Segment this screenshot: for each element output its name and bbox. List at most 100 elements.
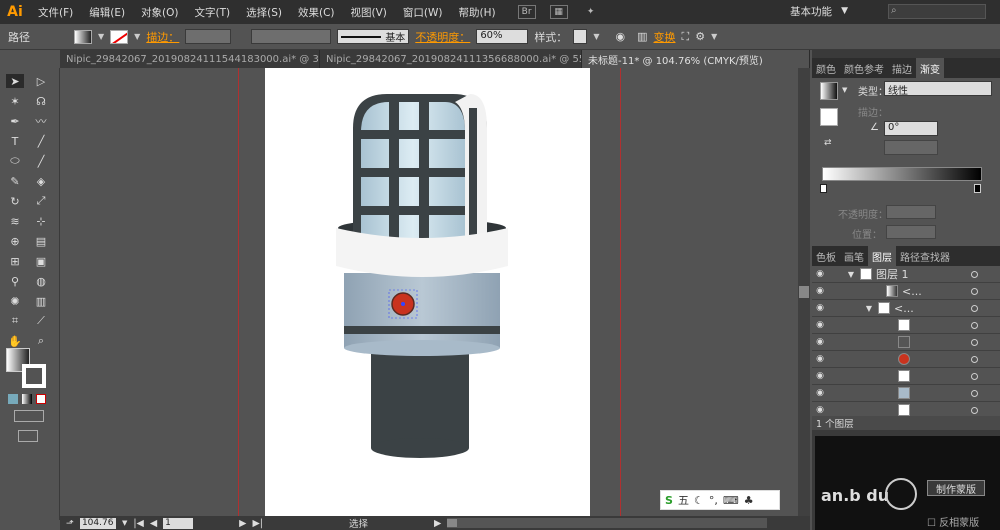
make-mask-button[interactable]: 制作蒙版: [927, 480, 985, 496]
blend-tool-icon[interactable]: ◍: [32, 274, 50, 288]
brush-profile-field[interactable]: 基本: [337, 29, 410, 44]
eye-icon[interactable]: ◉: [812, 371, 828, 381]
microphone-illustration[interactable]: [265, 68, 590, 518]
gpu-performance-icon[interactable]: ✦: [582, 5, 600, 19]
chevron-down-icon[interactable]: ▼: [841, 6, 848, 16]
layer-row[interactable]: ◉: [812, 368, 1000, 385]
moon-icon[interactable]: ☾: [694, 494, 704, 507]
line-tool-icon[interactable]: ╱: [32, 134, 50, 148]
eyedropper-tool-icon[interactable]: ⚲: [6, 274, 24, 288]
transform-label[interactable]: 变换: [653, 29, 675, 45]
layer-row[interactable]: ◉ ▼ 图层 1: [812, 266, 1000, 283]
align-icon[interactable]: ▥: [637, 30, 647, 43]
screen-mode-icon[interactable]: [18, 430, 38, 442]
scrollbar-thumb[interactable]: [799, 286, 809, 298]
gradient-slider[interactable]: [822, 167, 982, 181]
artboard[interactable]: [265, 68, 590, 518]
menu-edit[interactable]: 编辑(E): [81, 5, 133, 20]
mesh-tool-icon[interactable]: ⊞: [6, 254, 24, 268]
eye-icon[interactable]: ◉: [812, 303, 828, 313]
target-icon[interactable]: [971, 338, 978, 346]
gradient-stop-black[interactable]: [974, 184, 981, 193]
menu-view[interactable]: 视图(V): [343, 5, 395, 20]
menu-window[interactable]: 窗口(W): [395, 5, 451, 20]
horizontal-scrollbar[interactable]: [447, 518, 768, 528]
layer-row[interactable]: ◉: [812, 334, 1000, 351]
magic-wand-tool-icon[interactable]: ✶: [6, 94, 24, 108]
stroke-swatch[interactable]: [110, 29, 129, 44]
tab-pathfinder[interactable]: 路径查找器: [896, 249, 954, 264]
menu-effect[interactable]: 效果(C): [290, 5, 343, 20]
chevron-down-icon[interactable]: ▼: [134, 32, 140, 41]
gradient-angle-field[interactable]: 0°: [884, 121, 938, 136]
target-icon[interactable]: [971, 304, 978, 312]
eye-icon[interactable]: ◉: [812, 337, 828, 347]
chevron-down-icon[interactable]: ▼: [842, 86, 847, 94]
tab-color-guide[interactable]: 颜色参考: [840, 61, 888, 76]
menu-help[interactable]: 帮助(H): [451, 5, 504, 20]
status-menu-icon[interactable]: ▶: [434, 518, 441, 529]
color-mode-icon[interactable]: [8, 394, 18, 404]
invert-mask-checkbox[interactable]: ☐ 反相蒙版: [927, 514, 979, 529]
target-icon[interactable]: [971, 372, 978, 380]
last-page-icon[interactable]: ▶|: [252, 518, 263, 529]
direct-selection-tool-icon[interactable]: ▷: [32, 74, 50, 88]
chevron-down-icon[interactable]: ▼: [122, 519, 127, 527]
page-field[interactable]: 1: [163, 517, 194, 529]
target-icon[interactable]: [971, 389, 978, 397]
symbol-sprayer-tool-icon[interactable]: ✺: [6, 294, 24, 308]
draw-mode-icon[interactable]: [14, 410, 44, 422]
rotate-tool-icon[interactable]: ↻: [6, 194, 24, 208]
target-icon[interactable]: [971, 287, 978, 295]
graphic-style-swatch[interactable]: [573, 29, 588, 44]
zoom-field[interactable]: 104.76: [79, 517, 116, 529]
menu-select[interactable]: 选择(S): [238, 5, 290, 20]
eye-icon[interactable]: ◉: [812, 269, 828, 279]
punctuation-icon[interactable]: °,: [709, 494, 718, 507]
tab-swatches[interactable]: 色板: [812, 249, 840, 264]
document-tab-active[interactable]: 未标题-11* @ 104.76% (CMYK/预览): [582, 50, 810, 68]
variable-width-field[interactable]: [251, 29, 332, 44]
layer-row[interactable]: ◉ ▼ <...: [812, 300, 1000, 317]
chevron-down-icon[interactable]: ▼: [711, 32, 717, 41]
opacity-label[interactable]: 不透明度：: [415, 29, 470, 45]
layer-row[interactable]: ◉: [812, 351, 1000, 368]
arrange-documents-icon[interactable]: ▦: [549, 5, 568, 19]
chevron-down-icon[interactable]: ▼: [593, 32, 599, 41]
fill-stroke-proxy-icon[interactable]: [820, 108, 838, 126]
menu-object[interactable]: 对象(O): [133, 5, 186, 20]
eraser-tool-icon[interactable]: ◈: [32, 174, 50, 188]
eye-icon[interactable]: ◉: [812, 388, 828, 398]
opacity-field[interactable]: 60%: [476, 29, 529, 44]
fill-swatch[interactable]: [74, 29, 92, 44]
workspace-switcher[interactable]: 基本功能: [790, 4, 832, 19]
target-icon[interactable]: [971, 355, 978, 363]
gradient-type-select[interactable]: 线性: [884, 81, 992, 97]
prev-page-icon[interactable]: ◀: [150, 518, 157, 529]
share-icon[interactable]: ⬏: [66, 518, 74, 529]
layer-row[interactable]: ◉: [812, 385, 1000, 402]
bridge-icon[interactable]: Br: [517, 5, 536, 19]
expand-arrow-icon[interactable]: ▼: [828, 304, 872, 313]
keyboard-icon[interactable]: ⌨: [723, 494, 739, 507]
search-input[interactable]: ⌕: [888, 4, 986, 19]
target-icon[interactable]: [971, 406, 978, 414]
scrollbar-thumb[interactable]: [447, 519, 458, 527]
document-tab[interactable]: Nipic_29842067_20190824111356688000.ai* …: [320, 50, 582, 68]
skin-icon[interactable]: ♣: [744, 494, 754, 507]
pencil-tool-icon[interactable]: ✎: [6, 174, 24, 188]
quick-actions-icon[interactable]: ⚙: [695, 30, 705, 43]
chevron-down-icon[interactable]: ▼: [98, 32, 104, 41]
eye-icon[interactable]: ◉: [812, 354, 828, 364]
stroke-color-swatch[interactable]: [22, 364, 46, 388]
tab-stroke[interactable]: 描边: [888, 61, 916, 76]
eye-icon[interactable]: ◉: [812, 320, 828, 330]
ellipse-tool-icon[interactable]: ⬭: [6, 154, 24, 168]
layer-row[interactable]: ◉: [812, 317, 1000, 334]
isolate-icon[interactable]: ⛶: [681, 30, 689, 44]
perspective-tool-icon[interactable]: ▤: [32, 234, 50, 248]
next-page-icon[interactable]: ▶: [239, 518, 246, 529]
zoom-tool-icon[interactable]: ⌕: [32, 334, 50, 348]
tab-brushes[interactable]: 画笔: [840, 249, 868, 264]
gradient-tool-icon[interactable]: ▣: [32, 254, 50, 268]
